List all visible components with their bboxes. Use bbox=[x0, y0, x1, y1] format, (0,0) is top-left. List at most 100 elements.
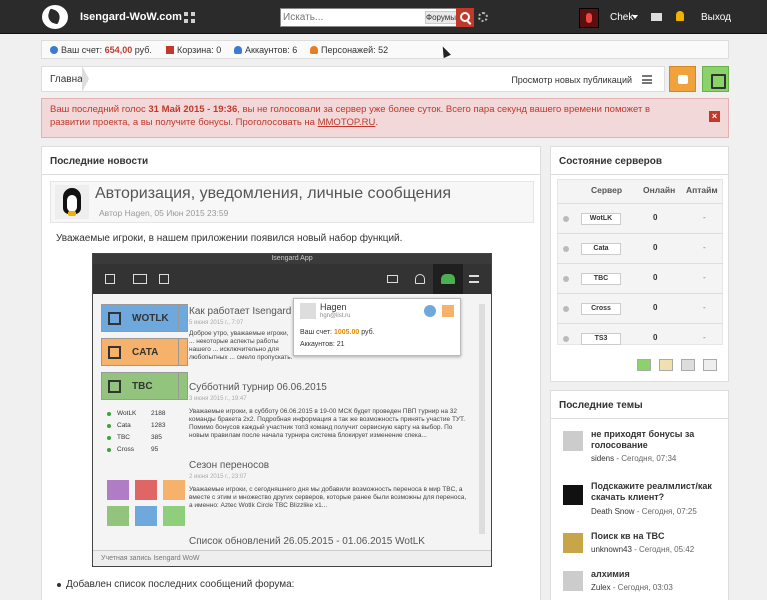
server-row: Cross 0- bbox=[557, 293, 723, 323]
app-add-user-tile bbox=[107, 506, 129, 526]
list-item: Поиск кв на TBC unknown43 - Сегодня, 05:… bbox=[559, 531, 725, 569]
status-dot-icon bbox=[563, 276, 569, 282]
latest-topics-panel: Последние темы не приходят бонусы за гол… bbox=[550, 390, 729, 600]
app-account-popup: Hagen hgn@list.ru Ваш счет: 1005.00 руб.… bbox=[293, 298, 461, 356]
topic-title-link[interactable]: алхимия bbox=[591, 569, 721, 580]
app-tbc-button: TBC bbox=[101, 372, 188, 400]
avatar[interactable] bbox=[563, 533, 583, 553]
post-bullet-item: Добавлен список последних сообщений фору… bbox=[56, 579, 295, 590]
avatar[interactable] bbox=[563, 485, 583, 505]
post-header: Авторизация, уведомления, личные сообщен… bbox=[50, 181, 534, 223]
status-dot-icon bbox=[563, 306, 569, 312]
notifications-bell-icon[interactable] bbox=[676, 11, 684, 21]
post-title[interactable]: Авторизация, уведомления, личные сообщен… bbox=[95, 185, 451, 203]
topic-title-link[interactable]: не приходят бонусы за голосование bbox=[591, 429, 721, 451]
logout-link[interactable]: Выход bbox=[701, 12, 731, 23]
topics-panel-title: Последние темы bbox=[551, 391, 728, 419]
vote-alert: Ваш последний голос 31 Май 2015 - 19:36,… bbox=[41, 98, 729, 138]
app-bell-icon bbox=[415, 274, 425, 284]
post-author-link[interactable]: Hagen bbox=[125, 208, 150, 218]
topic-author-link[interactable]: sidens bbox=[591, 454, 614, 463]
mmotop-link[interactable]: MMOTOP.RU bbox=[318, 117, 376, 128]
avatar[interactable] bbox=[563, 431, 583, 451]
server-row: TS3 0- bbox=[557, 323, 723, 353]
topic-author-link[interactable]: Death Snow bbox=[591, 507, 635, 516]
characters-stat[interactable]: Персонажей: 52 bbox=[310, 45, 388, 55]
status-dot-icon bbox=[563, 336, 569, 342]
site-name[interactable]: Isengard-WoW.com bbox=[80, 11, 182, 23]
search-box: Форумы bbox=[280, 8, 474, 27]
search-input[interactable] bbox=[283, 10, 423, 25]
app-swap-icon bbox=[469, 275, 479, 283]
breadcrumb-separator bbox=[82, 66, 89, 92]
mail-icon[interactable] bbox=[651, 13, 662, 21]
search-scope-select[interactable]: Форумы bbox=[425, 11, 457, 24]
topic-author-link[interactable]: unknown43 bbox=[591, 545, 632, 554]
app-like-tile bbox=[163, 480, 185, 500]
list-item: не приходят бонусы за голосование sidens… bbox=[559, 429, 725, 467]
alert-close-icon[interactable]: × bbox=[709, 111, 720, 122]
app-check-tile bbox=[163, 506, 185, 526]
author-penguin-avatar[interactable] bbox=[55, 185, 89, 219]
plus-square-icon bbox=[108, 346, 121, 359]
popup-penguin-avatar bbox=[300, 303, 316, 319]
top-bar: Isengard-WoW.com Форумы Chek Выход bbox=[0, 0, 767, 34]
status-dot-icon bbox=[563, 246, 569, 252]
search-settings-gear-icon[interactable] bbox=[478, 12, 488, 22]
topic-author-link[interactable]: Zulex bbox=[591, 583, 611, 592]
user-avatar[interactable] bbox=[579, 8, 599, 28]
post-meta: Автор Hagen, 05 Июн 2015 23:59 bbox=[99, 208, 229, 218]
app-cart-tile bbox=[107, 480, 129, 500]
server-row: Cata 0- bbox=[557, 233, 723, 263]
accounts-stat[interactable]: Аккаунтов: 6 bbox=[234, 45, 297, 55]
avatar[interactable] bbox=[563, 571, 583, 591]
app-statusbar: Учетная запись Isengard WoW bbox=[93, 550, 491, 566]
server-row: WotLK 0- bbox=[557, 203, 723, 233]
app-wotlk-button: WOTLK bbox=[101, 304, 188, 332]
app-user-icon bbox=[441, 274, 455, 284]
topic-title-link[interactable]: Подскажите реалмлист/как скачать клиент? bbox=[591, 481, 721, 503]
app-sidebar: WOTLK CATA TBC WotLK 2188 Cata 1283 TBC 385… bbox=[101, 304, 188, 556]
user-menu-chevron-down-icon[interactable] bbox=[632, 15, 638, 19]
app-window-title: Isengard App bbox=[93, 254, 491, 264]
app-mail-icon bbox=[387, 275, 398, 283]
apps-grid-icon[interactable] bbox=[184, 12, 195, 23]
app-profile-icon bbox=[133, 274, 147, 284]
like-thumb-button[interactable] bbox=[669, 66, 696, 92]
app-account-tab bbox=[433, 264, 463, 294]
app-alert-tile bbox=[135, 480, 157, 500]
user-name[interactable]: Chek bbox=[610, 12, 633, 23]
app-chat-icon bbox=[159, 274, 169, 284]
stats-chart-icon[interactable] bbox=[659, 359, 673, 371]
breadcrumb: Главная Просмотр новых публикаций bbox=[41, 66, 665, 92]
refresh-icon[interactable] bbox=[637, 359, 651, 371]
search-button[interactable] bbox=[456, 8, 474, 27]
app-toolbar bbox=[93, 264, 491, 294]
app-screenshot: Isengard App WOTLK CATA TBC WotLK 2188 Ca… bbox=[92, 253, 492, 567]
wallet-icon bbox=[50, 46, 58, 54]
user-icon bbox=[234, 46, 242, 54]
news-panel-title: Последние новости bbox=[42, 147, 540, 175]
servers-panel-title: Состояние серверов bbox=[551, 147, 728, 175]
site-logo-icon[interactable] bbox=[42, 5, 68, 29]
list-item: Подскажите реалмлист/как скачать клиент?… bbox=[559, 481, 725, 519]
online-col-header: Онлайн bbox=[643, 185, 676, 195]
topic-title-link[interactable]: Поиск кв на TBC bbox=[591, 531, 721, 542]
post-intro: Уважаемые игроки, в нашем приложении поя… bbox=[56, 233, 403, 244]
app-scrollbar bbox=[479, 304, 485, 534]
balance-stat[interactable]: Ваш счет: 654,00 руб. bbox=[50, 45, 152, 55]
app-settings-tile bbox=[135, 506, 157, 526]
play-client-button[interactable] bbox=[702, 66, 729, 92]
status-dot-icon bbox=[563, 216, 569, 222]
book-icon[interactable] bbox=[703, 359, 717, 371]
uptime-col-header: Аптайм bbox=[686, 185, 718, 195]
cart-stat[interactable]: Корзина: 0 bbox=[166, 45, 221, 55]
popup-refresh-icon bbox=[424, 305, 436, 317]
server-status-panel: Состояние серверов Сервер Онлайн Аптайм … bbox=[550, 146, 729, 382]
list-icon[interactable] bbox=[642, 75, 652, 84]
list-item: алхимия Zulex - Сегодня, 03:03 bbox=[559, 569, 725, 600]
view-new-posts-link[interactable]: Просмотр новых публикаций bbox=[511, 75, 632, 85]
balance-value: 654,00 bbox=[104, 45, 133, 55]
monitor-icon[interactable] bbox=[681, 359, 695, 371]
popup-logout-icon bbox=[442, 305, 454, 317]
